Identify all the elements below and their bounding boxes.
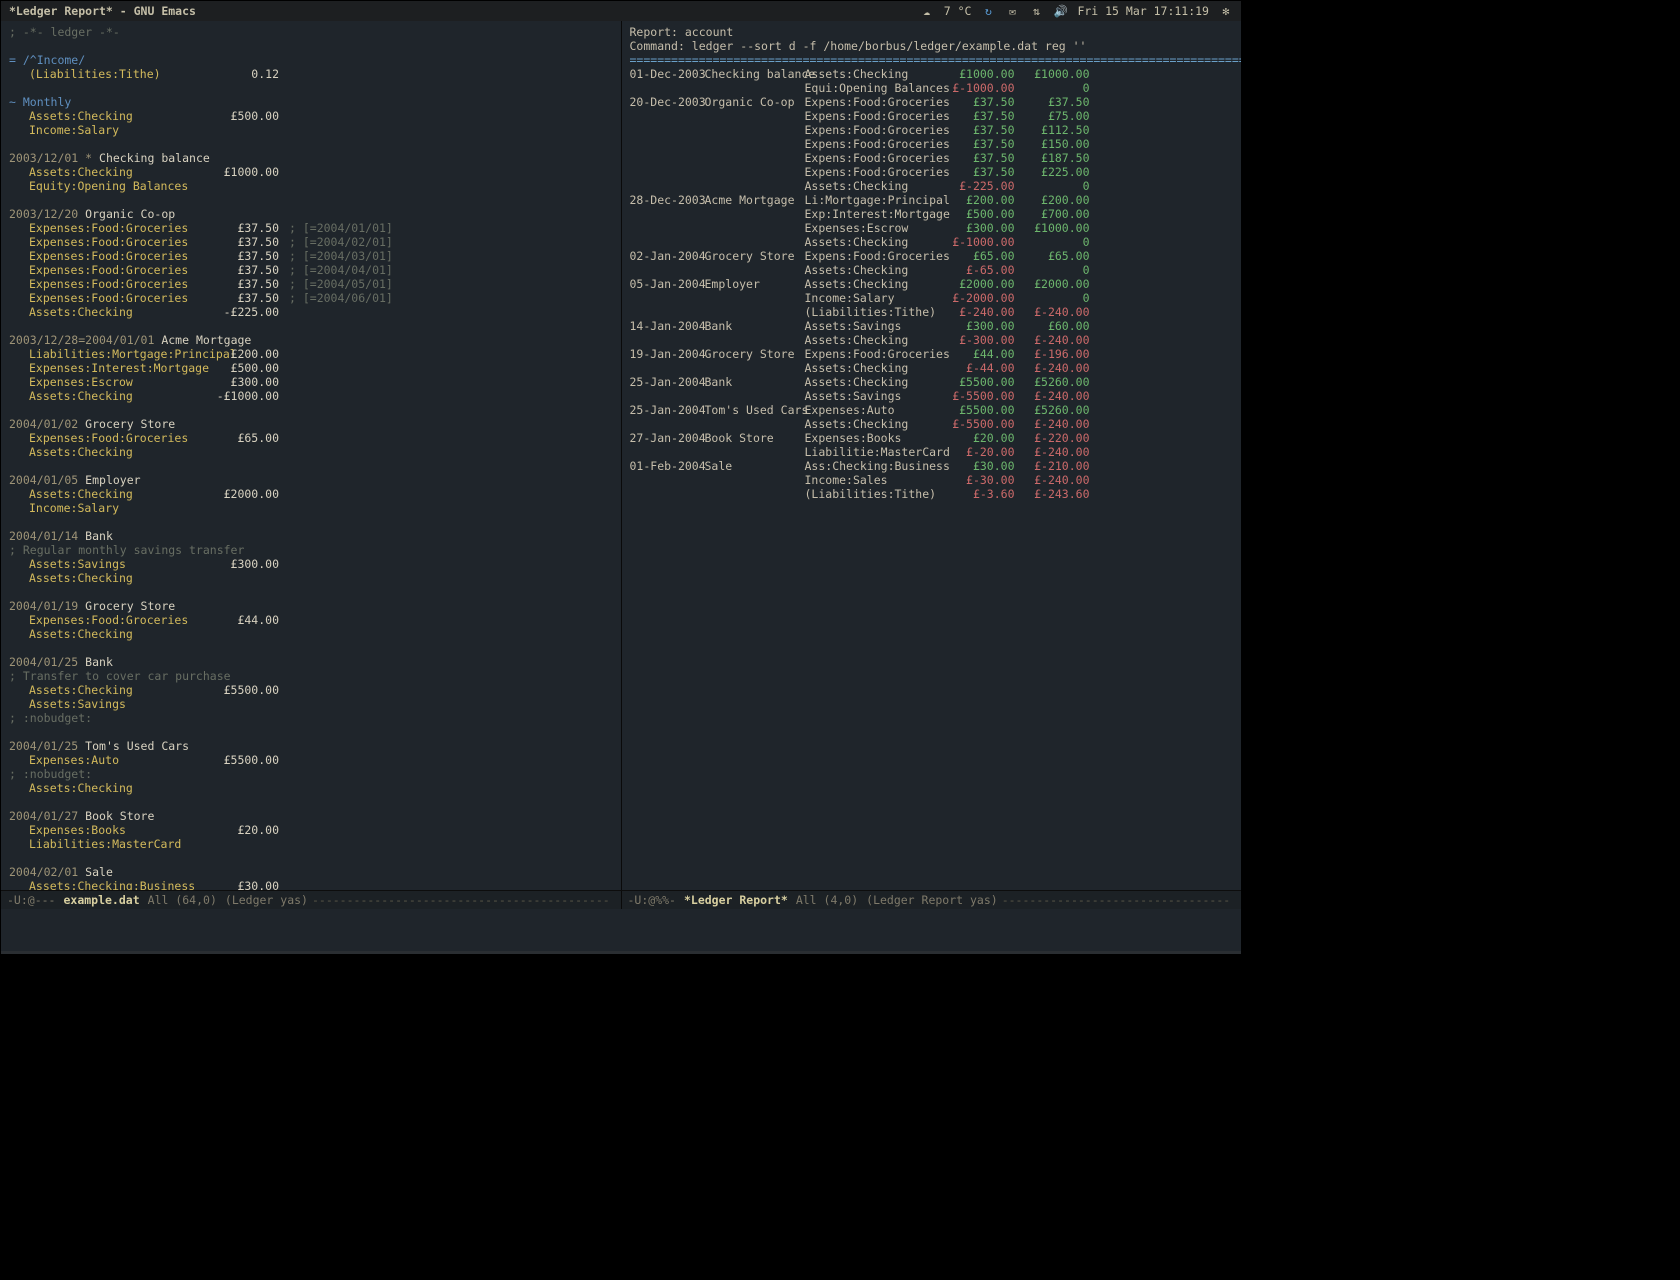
report-row[interactable]: 25-Jan-2004Tom's Used CarsExpenses:Auto£… [630,403,1234,417]
report-row[interactable]: Expens:Food:Groceries£37.50£225.00 [630,165,1234,179]
posting-line[interactable]: Expenses:Food:Groceries£65.00 [9,431,613,445]
posting-line[interactable]: Expenses:Food:Groceries£37.50; [=2004/04… [9,263,613,277]
report-row[interactable]: Assets:Checking£-225.000 [630,179,1234,193]
modeline-status: -U:@--- [7,893,55,907]
transaction-header[interactable]: 2003/12/01 * Checking balance [9,151,613,165]
modeline-fill: ----------------------------------------… [312,891,615,909]
posting-line[interactable]: Assets:Checking£5500.00 [9,683,613,697]
transaction-header[interactable]: 2004/02/01 Sale [9,865,613,879]
modeline-buffer-name: example.dat [63,893,139,907]
posting-line[interactable]: Equity:Opening Balances [9,179,613,193]
report-row[interactable]: 28-Dec-2003Acme MortgageLi:Mortgage:Prin… [630,193,1234,207]
transaction-header[interactable]: 2004/01/05 Employer [9,473,613,487]
window-title: *Ledger Report* - GNU Emacs [9,1,196,21]
mail-icon[interactable]: ✉ [1005,1,1019,21]
modeline-mode: (Ledger Report yas) [866,893,998,907]
posting-line[interactable]: Assets:Checking-£225.00 [9,305,613,319]
posting-line[interactable]: Expenses:Auto£5500.00 [9,753,613,767]
volume-icon[interactable]: 🔊 [1053,1,1067,21]
report-row[interactable]: Income:Sales£-30.00£-240.00 [630,473,1234,487]
report-row[interactable]: Assets:Savings£-5500.00£-240.00 [630,389,1234,403]
report-separator: ========================================… [630,53,1242,67]
network-icon[interactable]: ⇅ [1029,1,1043,21]
echo-area [1,909,1241,951]
clock: Fri 15 Mar 17:11:19 [1077,1,1209,21]
report-row[interactable]: 05-Jan-2004EmployerAssets:Checking£2000.… [630,277,1234,291]
report-row[interactable]: 01-Feb-2004SaleAss:Checking:Business£30.… [630,459,1234,473]
window-titlebar: *Ledger Report* - GNU Emacs ☁ 7 °C ↻ ✉ ⇅… [1,1,1241,21]
posting-line[interactable]: Expenses:Food:Groceries£37.50; [=2004/05… [9,277,613,291]
posting-line[interactable]: Expenses:Interest:Mortgage£500.00 [9,361,613,375]
weather-icon: ☁ [920,1,934,21]
report-row[interactable]: Expenses:Escrow£300.00£1000.00 [630,221,1234,235]
report-row[interactable]: Expens:Food:Groceries£37.50£112.50 [630,123,1234,137]
posting-line[interactable]: Assets:Checking-£1000.00 [9,389,613,403]
report-row[interactable]: 25-Jan-2004BankAssets:Checking£5500.00£5… [630,375,1234,389]
modeline-position: All (64,0) [148,893,217,907]
transaction-header[interactable]: 2004/01/02 Grocery Store [9,417,613,431]
report-row[interactable]: 02-Jan-2004Grocery StoreExpens:Food:Groc… [630,249,1234,263]
report-row[interactable]: Assets:Checking£-65.000 [630,263,1234,277]
posting-line[interactable]: Assets:Checking [9,445,613,459]
posting-line[interactable]: Expenses:Food:Groceries£37.50; [=2004/02… [9,235,613,249]
report-row[interactable]: Expens:Food:Groceries£37.50£75.00 [630,109,1234,123]
report-row[interactable]: Equi:Opening Balances£-1000.000 [630,81,1234,95]
modeline-fill: ----------------------------------------… [1002,891,1235,909]
posting-line[interactable]: Expenses:Books£20.00 [9,823,613,837]
modeline-mode: (Ledger yas) [225,893,308,907]
report-row[interactable]: (Liabilities:Tithe)£-3.60£-243.60 [630,487,1234,501]
report-row[interactable]: (Liabilities:Tithe)£-240.00£-240.00 [630,305,1234,319]
posting-line[interactable]: Assets:Checking£2000.00 [9,487,613,501]
refresh-icon[interactable]: ↻ [981,1,995,21]
transaction-header[interactable]: 2004/01/19 Grocery Store [9,599,613,613]
transaction-header[interactable]: 2004/01/25 Bank [9,655,613,669]
posting-line[interactable]: Liabilities:Mortgage:Principal£200.00 [9,347,613,361]
posting-line[interactable]: Assets:Checking [9,781,613,795]
posting-line[interactable]: Expenses:Food:Groceries£37.50; [=2004/06… [9,291,613,305]
report-row[interactable]: Assets:Checking£-1000.000 [630,235,1234,249]
report-row[interactable]: Assets:Checking£-44.00£-240.00 [630,361,1234,375]
modeline-left: -U:@--- example.dat All (64,0) (Ledger y… [1,891,621,909]
posting-line[interactable]: Expenses:Escrow£300.00 [9,375,613,389]
transaction-header[interactable]: 2003/12/28=2004/01/01 Acme Mortgage [9,333,613,347]
modeline-right: -U:@%%- *Ledger Report* All (4,0) (Ledge… [621,891,1242,909]
report-row[interactable]: 01-Dec-2003Checking balanceAssets:Checki… [630,67,1234,81]
report-row[interactable]: Exp:Interest:Mortgage£500.00£700.00 [630,207,1234,221]
transaction-header[interactable]: 2004/01/14 Bank [9,529,613,543]
posting-line[interactable]: Liabilities:MasterCard [9,837,613,851]
posting-line[interactable]: (Liabilities:Tithe)0.12 [9,67,613,81]
report-row[interactable]: 27-Jan-2004Book StoreExpenses:Books£20.0… [630,431,1234,445]
report-row[interactable]: Assets:Checking£-300.00£-240.00 [630,333,1234,347]
posting-line[interactable]: Expenses:Food:Groceries£44.00 [9,613,613,627]
posting-line[interactable]: Assets:Checking£500.00 [9,109,613,123]
posting-line[interactable]: Assets:Checking [9,627,613,641]
report-row[interactable]: Assets:Checking£-5500.00£-240.00 [630,417,1234,431]
posting-line[interactable]: Assets:Savings [9,697,613,711]
report-row[interactable]: Expens:Food:Groceries£37.50£150.00 [630,137,1234,151]
modeline-position: All (4,0) [796,893,858,907]
transaction-header[interactable]: 2004/01/27 Book Store [9,809,613,823]
weather-temp: 7 °C [944,1,972,21]
posting-line[interactable]: Income:Salary [9,501,613,515]
posting-line[interactable]: Income:Salary [9,123,613,137]
transaction-header[interactable]: 2004/01/25 Tom's Used Cars [9,739,613,753]
posting-line[interactable]: Assets:Checking£1000.00 [9,165,613,179]
posting-line[interactable]: Assets:Savings£300.00 [9,557,613,571]
report-row[interactable]: 14-Jan-2004BankAssets:Savings£300.00£60.… [630,319,1234,333]
ledger-source-pane[interactable]: ; -*- ledger -*-= /^Income/(Liabilities:… [1,21,621,890]
report-row[interactable]: Expens:Food:Groceries£37.50£187.50 [630,151,1234,165]
ledger-report-pane[interactable]: Report: accountCommand: ledger --sort d … [621,21,1242,890]
modeline-status: -U:@%%- [628,893,676,907]
transaction-header[interactable]: 2003/12/20 Organic Co-op [9,207,613,221]
posting-line[interactable]: Assets:Checking [9,571,613,585]
modeline-buffer-name: *Ledger Report* [684,893,788,907]
posting-line[interactable]: Assets:Checking:Business£30.00 [9,879,613,890]
report-row[interactable]: 20-Dec-2003Organic Co-opExpens:Food:Groc… [630,95,1234,109]
report-row[interactable]: Liabilitie:MasterCard£-20.00£-240.00 [630,445,1234,459]
report-row[interactable]: 19-Jan-2004Grocery StoreExpens:Food:Groc… [630,347,1234,361]
posting-line[interactable]: Expenses:Food:Groceries£37.50; [=2004/03… [9,249,613,263]
posting-line[interactable]: Expenses:Food:Groceries£37.50; [=2004/01… [9,221,613,235]
report-row[interactable]: Income:Salary£-2000.000 [630,291,1234,305]
settings-gear-icon[interactable]: ✻ [1219,1,1233,21]
